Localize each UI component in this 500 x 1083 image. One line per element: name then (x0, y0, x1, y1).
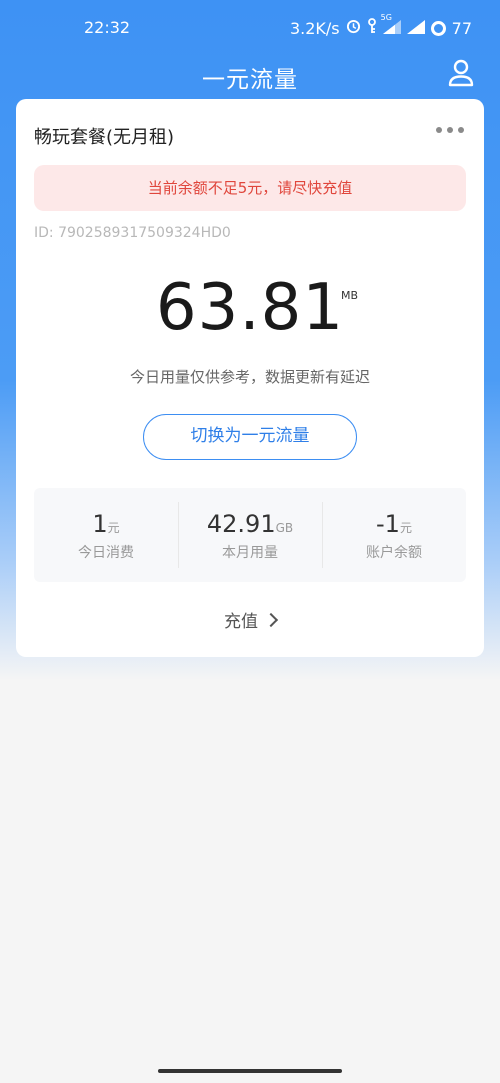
stat-today-cost: 1元 今日消费 (34, 488, 178, 582)
balance-warning: 当前余额不足5元，请尽快充值 (34, 165, 466, 211)
stat-label: 本月用量 (222, 545, 278, 561)
home-indicator[interactable] (158, 1069, 342, 1073)
switch-plan-button[interactable]: 切换为一元流量 (143, 414, 357, 460)
usage-unit: MB (341, 289, 359, 302)
recharge-label: 充值 (224, 612, 258, 632)
stat-unit: GB (275, 521, 294, 535)
stat-unit: 元 (107, 521, 120, 535)
usage-display: 63.81 MB (16, 271, 484, 345)
stats-panel: 1元 今日消费 42.91GB 本月用量 -1元 账户余额 (34, 488, 466, 582)
chevron-right-icon (263, 612, 279, 628)
plan-name: 畅玩套餐(无月租) (34, 127, 175, 148)
status-time: 22:32 (84, 18, 131, 37)
status-bar: 22:32 3.2K/s 5G 77 (0, 0, 500, 56)
usage-note: 今日用量仅供参考，数据更新有延迟 (129, 368, 370, 386)
user-icon[interactable] (446, 58, 476, 88)
stat-value: 1 (92, 510, 108, 538)
status-icons: 3.2K/s 5G 77 (289, 13, 472, 38)
usage-value: 63.81 (155, 271, 345, 345)
stat-unit: 元 (399, 521, 412, 535)
stat-value: -1 (376, 510, 400, 538)
recharge-link[interactable]: 充值 (16, 607, 484, 632)
stat-label: 今日消费 (78, 545, 134, 561)
network-speed: 3.2K/s (289, 18, 340, 38)
battery-level: 77 (451, 18, 472, 38)
battery-icon (430, 20, 446, 36)
stat-label: 账户余额 (366, 545, 422, 561)
stat-value: 42.91 (206, 510, 276, 538)
signal-icon (406, 19, 425, 38)
stat-balance: -1元 账户余额 (322, 488, 466, 582)
stat-month-usage: 42.91GB 本月用量 (178, 488, 322, 582)
signal-5g-icon: 5G (381, 13, 401, 38)
more-icon[interactable] (436, 127, 466, 137)
alarm-icon (346, 19, 361, 38)
page-title: 一元流量 (202, 67, 298, 93)
network-type: 5G (380, 12, 392, 22)
app-header: 一元流量 (0, 56, 500, 100)
account-id: ID: 7902589317509324HD0 (34, 225, 231, 241)
key-icon (367, 18, 377, 38)
plan-card: 畅玩套餐(无月租) 当前余额不足5元，请尽快充值 ID: 79025893175… (16, 99, 484, 657)
